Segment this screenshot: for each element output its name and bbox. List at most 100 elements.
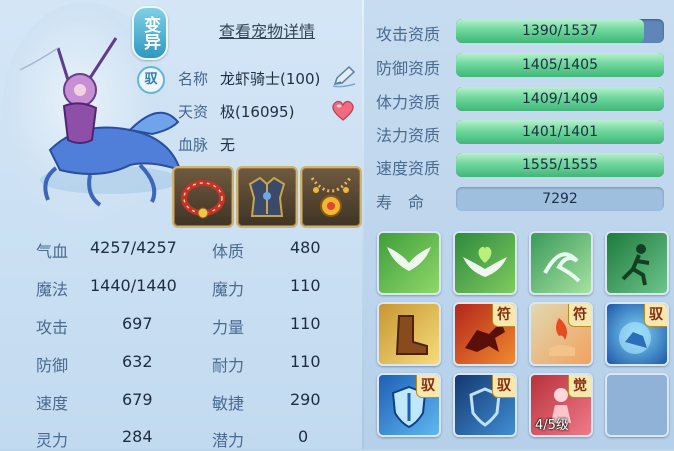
lifespan-label: 寿 命 [376, 193, 425, 212]
hp-value: 4257/4257 [90, 238, 177, 257]
aptitude-label: 体力资质 [376, 93, 441, 112]
lifespan-value: 7292 [456, 187, 664, 211]
aptitude-label: 法力资质 [376, 126, 441, 145]
lobster-knight-pet-image [20, 37, 182, 207]
stat-speed-value: 679 [122, 390, 153, 409]
aptitude-bar: 1405/1405 [456, 53, 664, 77]
bloodline-value: 无 [220, 136, 236, 154]
heart-icon[interactable] [331, 99, 355, 121]
name-label: 名称 [178, 70, 209, 88]
stat-label: 力量 [212, 318, 245, 337]
stat-attack-value: 697 [122, 314, 153, 333]
stat-magic: 魔力 [212, 276, 244, 300]
potential-value: 0 [298, 427, 309, 446]
amulet-icon [310, 177, 352, 217]
skill-slot[interactable]: 驭 [453, 373, 517, 437]
skill-slot[interactable] [453, 231, 517, 295]
name-value: 龙虾骑士(100) [220, 70, 321, 88]
skill-slot[interactable]: 驭 [377, 373, 441, 437]
talent-row: 天资 极(16095) [178, 101, 294, 122]
skill-slot[interactable]: 符 [453, 302, 517, 366]
aptitude-bar: 1390/1537 [456, 19, 664, 43]
empty-skill-slot[interactable] [605, 373, 669, 437]
stat-strength: 力量 [212, 314, 244, 338]
stat-speed: 速度 [36, 390, 68, 414]
green-wind-swirl-icon [543, 252, 581, 283]
bloodline-row: 血脉无 [178, 134, 235, 155]
pet-panel: 变异 驭 查看宠物详情 名称龙虾骑士(100) 天资极(16095) 血脉无 [0, 0, 674, 451]
skill-level: 4/5级 [535, 418, 569, 433]
constitution-value: 480 [290, 238, 321, 257]
skill-tag: 符 [568, 304, 591, 327]
skill-tag: 驭 [416, 375, 439, 398]
equipment-slot-collar[interactable] [172, 166, 234, 228]
stat-defense-value: 632 [122, 352, 153, 371]
collar-icon [181, 180, 225, 219]
edit-name-icon[interactable] [331, 64, 357, 88]
skill-slot[interactable] [605, 231, 669, 295]
skill-slot[interactable]: 觉 4/5级 [529, 373, 593, 437]
stat-label: 气血 [36, 242, 69, 261]
skill-slot[interactable]: 符 [529, 302, 593, 366]
skill-tag: 驭 [492, 375, 515, 398]
skill-slot[interactable] [377, 231, 441, 295]
stat-label: 魔法 [36, 280, 69, 299]
magic-value: 110 [290, 276, 321, 295]
skill-slot[interactable] [377, 302, 441, 366]
bloodline-label: 血脉 [178, 136, 209, 154]
aptitude-label: 防御资质 [376, 59, 441, 78]
agility-value: 290 [290, 390, 321, 409]
white-wings-icon [387, 247, 431, 271]
skill-slot[interactable] [529, 231, 593, 295]
stat-label: 敏捷 [212, 394, 245, 413]
stat-spirit: 灵力 [36, 427, 68, 451]
talent-label: 天资 [178, 103, 209, 121]
ride-badge: 驭 [137, 66, 165, 94]
skill-tag: 觉 [568, 375, 591, 398]
aptitude-label: 速度资质 [376, 159, 441, 178]
view-pet-details-link[interactable]: 查看宠物详情 [219, 18, 315, 42]
stat-constitution-value: 480 [290, 238, 321, 257]
armor-icon [248, 176, 286, 217]
equipment-slot-armor[interactable] [236, 166, 298, 228]
aptitude-bar: 1555/1555 [456, 153, 664, 177]
name-row: 名称 龙虾骑士(100) [178, 68, 320, 89]
stat-label: 防御 [36, 356, 69, 375]
stat-label: 攻击 [36, 318, 69, 337]
stat-label: 潜力 [212, 431, 245, 450]
mp-value: 1440/1440 [90, 276, 177, 295]
aptitude-bar: 1409/1409 [456, 87, 664, 111]
aptitude-bar: 1401/1401 [456, 120, 664, 144]
variant-badge: 变异 [132, 6, 168, 60]
defense-value: 632 [122, 352, 153, 371]
stat-spirit-value: 284 [122, 427, 153, 446]
aptitude-label: 攻击资质 [376, 25, 441, 44]
attack-value: 697 [122, 314, 153, 333]
stat-endurance-value: 110 [290, 352, 321, 371]
stat-label: 体质 [212, 242, 245, 261]
stat-label: 魔力 [212, 280, 245, 299]
stat-endurance: 耐力 [212, 352, 244, 376]
spirit-value: 284 [122, 427, 153, 446]
stat-potential: 潜力 [212, 427, 244, 451]
stat-defense: 防御 [36, 352, 68, 376]
strength-value: 110 [290, 314, 321, 333]
skill-slot[interactable]: 驭 [605, 302, 669, 366]
stat-label: 耐力 [212, 356, 245, 375]
stat-magic-value: 110 [290, 276, 321, 295]
skill-tag: 驭 [644, 304, 667, 327]
aptitude-value: 1555/1555 [522, 157, 598, 173]
aptitude-and-skills-section: 攻击资质 1390/1537 防御资质 1405/1405 体力资质 1409/… [364, 0, 674, 449]
aptitude-value: 1409/1409 [522, 91, 598, 107]
stat-label: 灵力 [36, 431, 69, 450]
stat-hp: 气血 [36, 238, 68, 262]
stat-label: 速度 [36, 394, 69, 413]
stat-agility: 敏捷 [212, 390, 244, 414]
stat-mp-value: 1440/1440 [90, 276, 177, 295]
stat-strength-value: 110 [290, 314, 321, 333]
aptitude-value: 1405/1405 [522, 57, 598, 73]
green-heart-wings-icon [463, 246, 507, 277]
talent-value: 极(16095) [220, 103, 295, 121]
equipment-slot-amulet[interactable] [300, 166, 362, 228]
stat-constitution: 体质 [212, 238, 244, 262]
